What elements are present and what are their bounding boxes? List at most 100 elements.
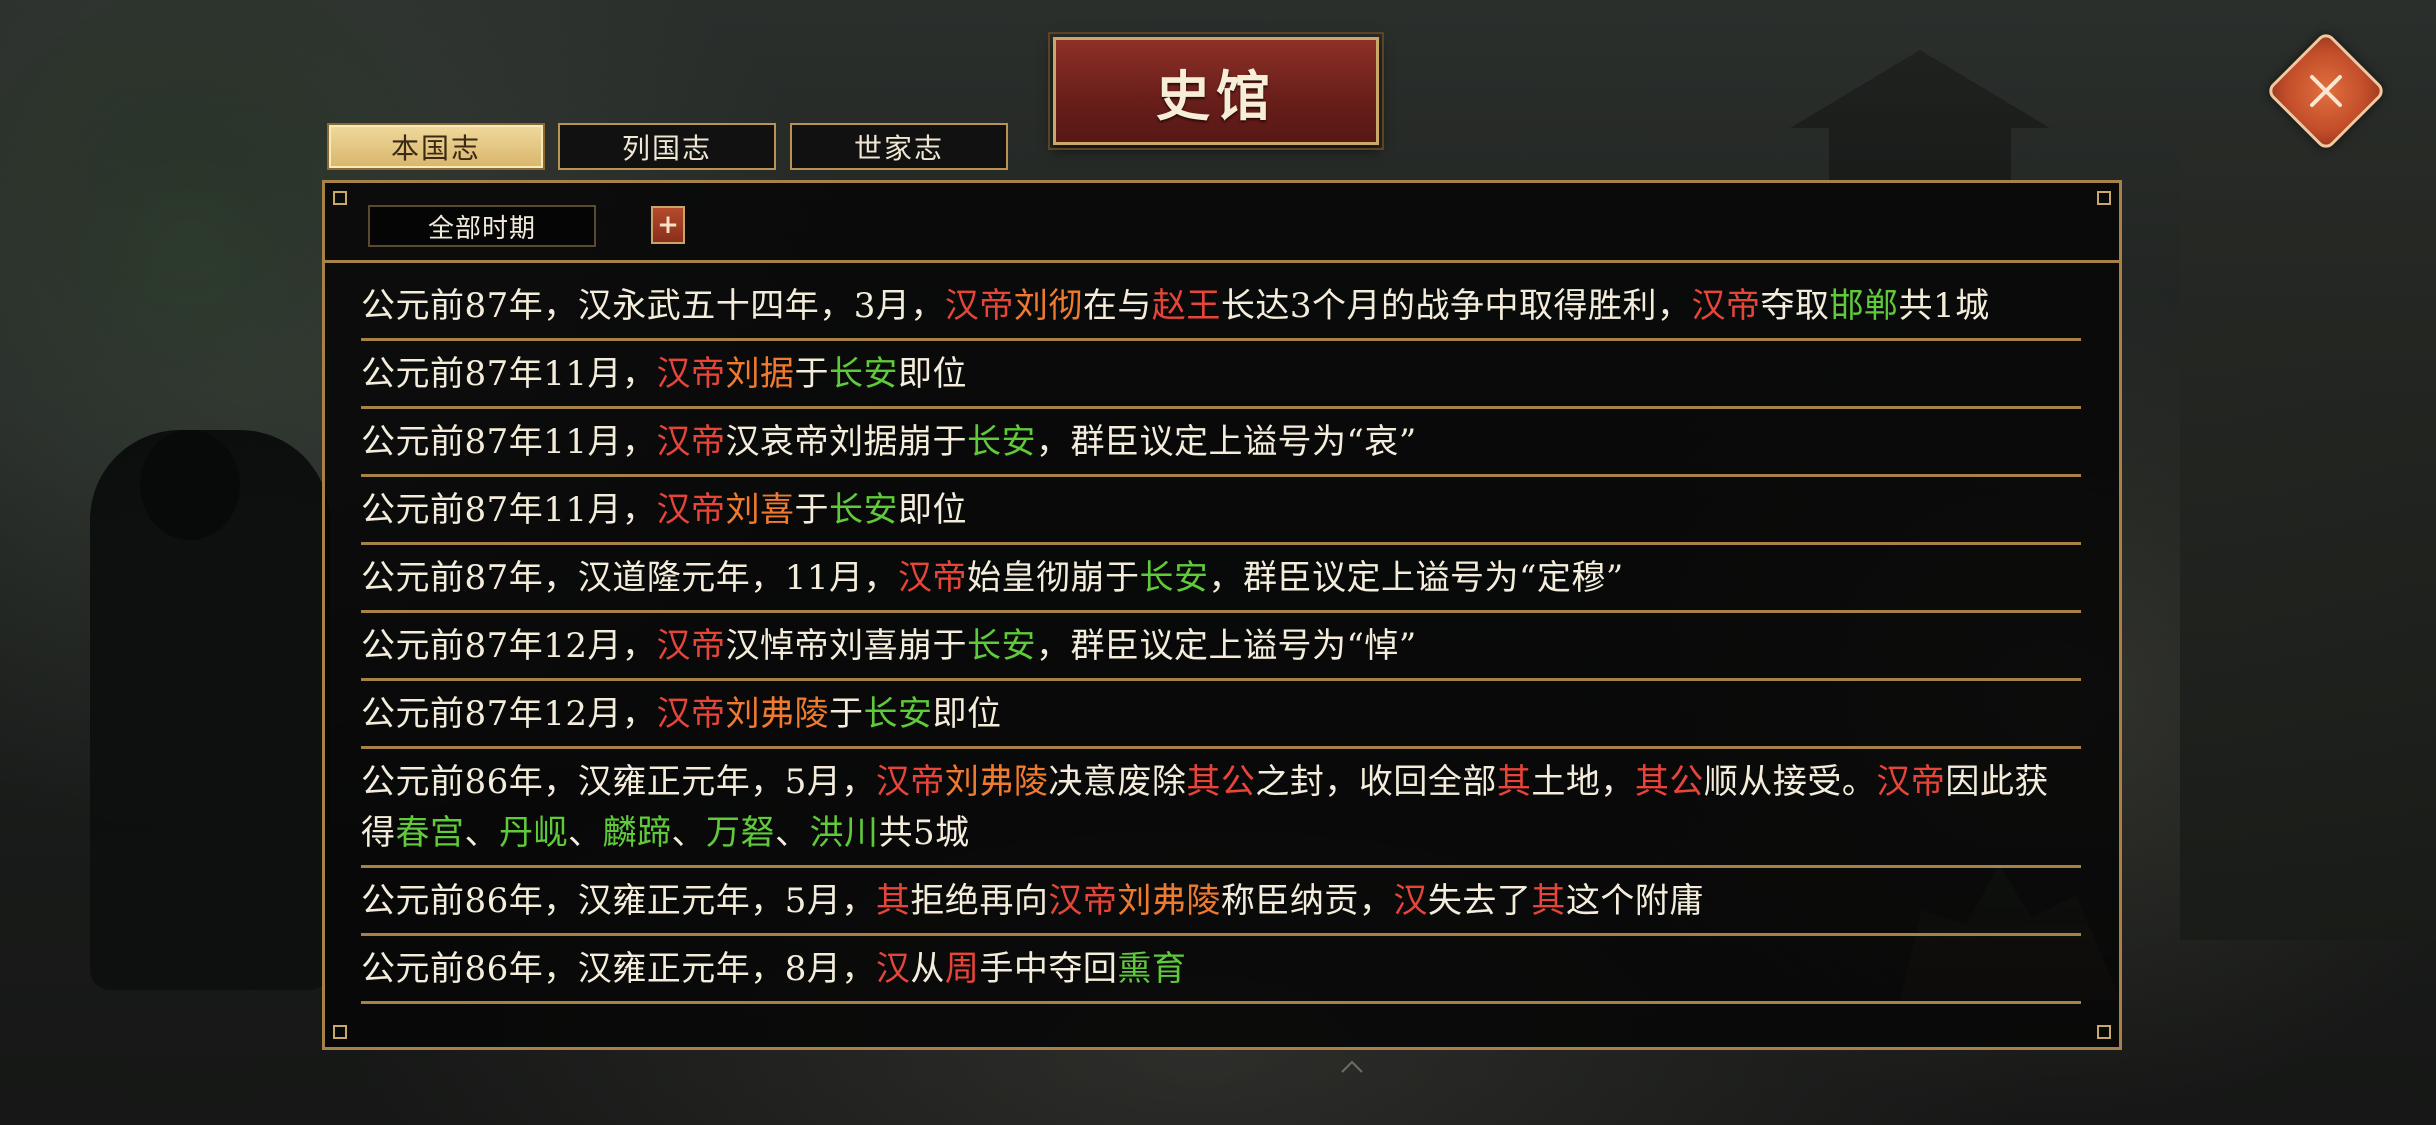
record-segment: ，群臣议定上谥号为“定穆”: [1208, 558, 1624, 598]
record-segment: 这个附庸: [1565, 881, 1704, 921]
panel-corner-ornament: [333, 1025, 347, 1039]
record-segment: 公元前86年，汉雍正元年，5月，: [361, 762, 876, 802]
record-segment: 汉帝: [656, 490, 726, 530]
record-segment: 土地，: [1531, 762, 1635, 802]
record-segment: 汉帝: [656, 422, 726, 462]
record-segment: 麟蹄: [602, 813, 672, 853]
scroll-chevron-icon: [1341, 1060, 1363, 1073]
record-segment: 于: [829, 694, 864, 734]
record-segment: 公元前87年12月，: [361, 694, 657, 734]
record-segment: 汉帝: [898, 558, 968, 598]
record-segment: 公元前87年，汉道隆元年，11月，: [361, 558, 899, 598]
background-temple: [1790, 50, 2050, 180]
history-record: 公元前87年，汉永武五十四年，3月， 汉帝 刘彻在与赵王长达3个月的战争中取得胜利，…: [361, 273, 2081, 341]
record-segment: 共5城: [878, 813, 970, 853]
history-record: 公元前86年，汉雍正元年，5月，汉帝刘弗陵决意废除其公之封，收回全部其土地，其公…: [361, 749, 2081, 868]
record-segment: 汉帝: [875, 762, 945, 802]
history-record: 公元前87年12月，汉帝刘弗陵于长安即位: [361, 681, 2081, 749]
record-segment: 称臣纳贡，: [1220, 881, 1394, 921]
record-segment: 邯郸: [1829, 286, 1899, 326]
record-segment: 失去了: [1427, 881, 1532, 921]
expand-filter-button[interactable]: +: [651, 206, 685, 244]
record-segment: 长安: [967, 626, 1037, 666]
record-segment: 长安: [863, 694, 933, 734]
record-segment: 、: [671, 813, 706, 853]
record-segment: 即位: [898, 354, 968, 394]
period-filter-select[interactable]: 全部时期: [368, 205, 596, 247]
record-segment: 公元前86年，汉雍正元年，8月，: [361, 949, 876, 989]
tab-states-annals[interactable]: 列国志: [558, 123, 776, 170]
record-segment: 在与: [1082, 286, 1152, 326]
history-record: 公元前87年12月，汉帝汉悼帝刘喜崩于长安，群臣议定上谥号为“悼”: [361, 613, 2081, 681]
record-segment: 夺取: [1760, 286, 1830, 326]
record-segment: 公元前86年，汉雍正元年，5月，: [361, 881, 876, 921]
record-segment: 公元前87年11月，: [361, 422, 657, 462]
record-segment: 之封，收回全部: [1255, 762, 1497, 802]
history-record: 公元前87年11月，汉帝刘喜于长安即位: [361, 477, 2081, 545]
record-segment: 公元前87年12月，: [361, 626, 657, 666]
panel-corner-ornament: [2097, 1025, 2111, 1039]
record-segment: 刘彻: [1013, 286, 1083, 326]
history-panel: 全部时期 + 公元前87年，汉永武五十四年，3月， 汉帝 刘彻在与赵王长达3个月的战…: [322, 180, 2122, 1050]
background-figure-head: [140, 430, 240, 540]
record-segment: 汉帝: [656, 694, 726, 734]
record-segment: 公元前87年，汉永武五十四年，3月，: [361, 286, 945, 326]
record-segment: 刘弗陵: [725, 694, 830, 734]
page-title: 史馆: [1156, 63, 1276, 128]
record-segment: 顺从接受。: [1703, 762, 1877, 802]
record-segment: 长安: [967, 422, 1037, 462]
record-segment: 、: [775, 813, 810, 853]
history-record: 公元前86年，汉雍正元年，8月，汉从周手中夺回熏育: [361, 936, 2081, 1004]
record-segment: 、: [568, 813, 603, 853]
record-segment: 其: [875, 881, 911, 921]
filter-bar: 全部时期 +: [325, 183, 2119, 263]
record-segment: 春宫: [395, 813, 465, 853]
record-segment: 周: [944, 949, 980, 989]
record-segment: 汉帝: [656, 354, 726, 394]
record-segment: 即位: [898, 490, 968, 530]
record-segment: 汉帝: [1876, 762, 1946, 802]
record-segment: 始皇彻崩于: [967, 558, 1140, 598]
record-segment: 其公: [1634, 762, 1704, 802]
record-segment: 从: [910, 949, 945, 989]
record-segment: 汉帝: [1691, 286, 1761, 326]
record-segment: 赵王: [1151, 286, 1221, 326]
record-segment: 拒绝再向: [910, 881, 1049, 921]
record-segment: 汉帝: [1048, 881, 1118, 921]
record-segment: ，群臣议定上谥号为“哀”: [1036, 422, 1417, 462]
record-segment: 即位: [932, 694, 1002, 734]
record-segment: 长达3个月的战争中取得胜利，: [1220, 286, 1692, 326]
tab-family-annals[interactable]: 世家志: [790, 123, 1008, 170]
game-screen: 史馆 本国志 列国志 世家志 全部时期 + 公元前87年，汉永武五十四年，3月，…: [0, 0, 2436, 1125]
record-segment: 刘弗陵: [1117, 881, 1221, 921]
record-segment: 刘喜: [725, 490, 795, 530]
close-button[interactable]: [2265, 30, 2387, 152]
record-segment: 长安: [829, 354, 899, 394]
history-record: 公元前86年，汉雍正元年，5月，其拒绝再向汉帝刘弗陵称臣纳贡，汉失去了其这个附庸: [361, 868, 2081, 936]
record-segment: 长安: [829, 490, 899, 530]
record-segment: 刘据: [725, 354, 795, 394]
record-segment: 熏育: [1117, 949, 1187, 989]
record-segment: 汉: [875, 949, 911, 989]
record-segment: ，群臣议定上谥号为“悼”: [1036, 626, 1417, 666]
record-segment: 丹岘: [499, 813, 568, 853]
record-segment: 手中夺回: [979, 949, 1118, 989]
record-segment: 于: [794, 490, 830, 530]
record-segment: 刘弗陵: [944, 762, 1049, 802]
record-segment: 公元前87年11月，: [361, 354, 657, 394]
tab-domestic-annals[interactable]: 本国志: [327, 123, 545, 170]
record-segment: 汉: [1393, 881, 1428, 921]
record-segment: 共1城: [1898, 286, 1990, 326]
record-segment: 公元前87年11月，: [361, 490, 657, 530]
title-plaque: 史馆: [1048, 32, 1384, 150]
background-foliage: [60, 160, 320, 360]
history-record: 公元前87年11月，汉帝汉哀帝刘据崩于长安，群臣议定上谥号为“哀”: [361, 409, 2081, 477]
background-cliff: [2180, 140, 2436, 940]
history-record: 公元前87年11月，汉帝刘据于长安即位: [361, 341, 2081, 409]
record-segment: 汉帝: [656, 626, 726, 666]
record-segment: 其: [1531, 881, 1566, 921]
record-segment: 其公: [1186, 762, 1256, 802]
record-segment: 汉悼帝刘喜崩于: [725, 626, 968, 666]
history-record-list[interactable]: 公元前87年，汉永武五十四年，3月， 汉帝 刘彻在与赵王长达3个月的战争中取得胜利，…: [361, 273, 2081, 1004]
record-segment: 长安: [1139, 558, 1209, 598]
